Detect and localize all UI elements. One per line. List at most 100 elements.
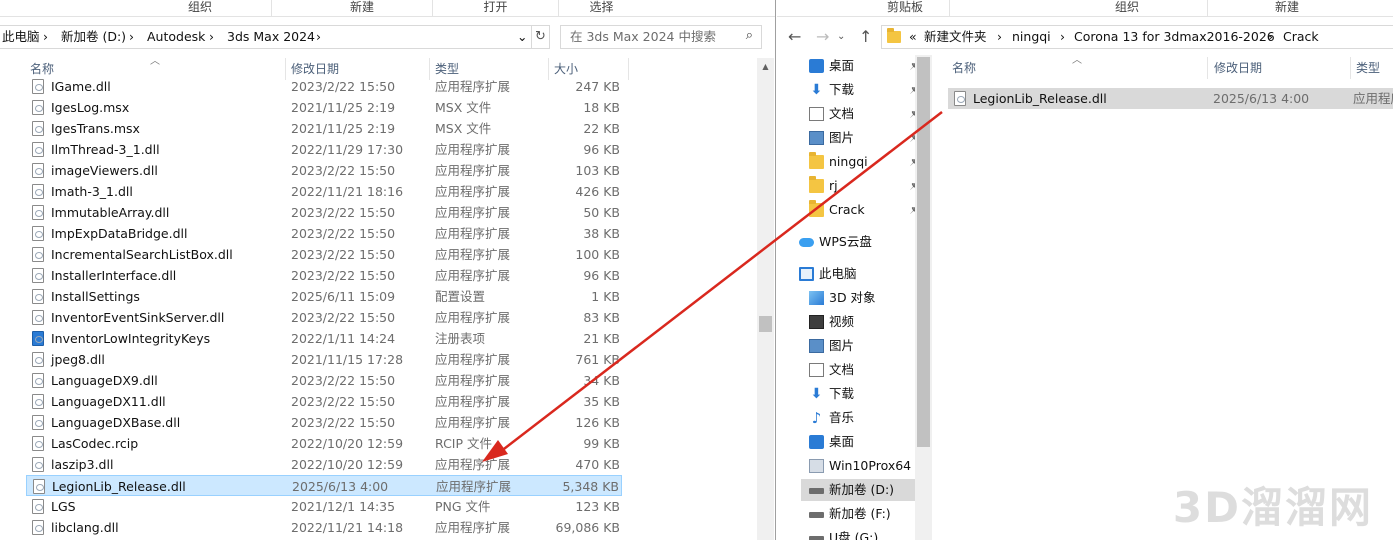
nav-item[interactable]: 新加卷 (D:) xyxy=(801,479,927,501)
chevron-right-icon[interactable]: › xyxy=(1268,26,1273,48)
column-header-type[interactable]: 类型 xyxy=(1356,57,1380,79)
nav-item[interactable]: ⬇下载📌 xyxy=(801,79,927,101)
nav-item[interactable]: ⬇ 下载 xyxy=(801,383,927,405)
file-row[interactable]: LasCodec.rcip 2022/10/20 12:59 RCIP 文件 99 K… xyxy=(26,433,622,454)
scrollbar-thumb[interactable] xyxy=(917,57,930,447)
breadcrumb-item[interactable]: Crack xyxy=(1283,26,1319,48)
nav-item-label: WPS云盘 xyxy=(819,234,872,249)
file-row[interactable]: InventorLowIntegrityKeys 2022/1/11 14:24 注… xyxy=(26,328,622,349)
file-row[interactable]: laszip3.dll 2022/10/20 12:59 应用程序扩展 470 KB xyxy=(26,454,622,475)
chevron-down-icon[interactable]: ⌄ xyxy=(517,26,527,48)
left-search-box[interactable]: 在 3ds Max 2024 中搜索 ⌕ xyxy=(560,25,762,49)
file-row[interactable]: InstallerInterface.dll 2023/2/22 15:50 应用程… xyxy=(26,265,622,286)
file-row[interactable]: IncrementalSearchListBox.dll 2023/2/22 15… xyxy=(26,244,622,265)
chevron-down-icon[interactable]: ⌄ xyxy=(837,27,845,47)
file-row[interactable]: LanguageDX9.dll 2023/2/22 15:50 应用程序扩展 34 K… xyxy=(26,370,622,391)
search-input[interactable]: 在 3ds Max 2024 中搜索 xyxy=(570,26,716,48)
file-date: 2023/2/22 15:50 xyxy=(291,247,396,262)
chevron-right-icon[interactable]: › xyxy=(209,26,214,48)
scrollbar-thumb[interactable] xyxy=(759,316,772,332)
ribbon-group-new[interactable]: 新建 xyxy=(1237,0,1337,17)
desktop-icon xyxy=(809,435,824,449)
chevron-right-icon[interactable]: › xyxy=(43,26,48,48)
file-row[interactable]: jpeg8.dll 2021/11/15 17:28 应用程序扩展 761 KB xyxy=(26,349,622,370)
search-icon[interactable]: ⌕ xyxy=(746,28,753,43)
ribbon-group-select[interactable]: 选择 xyxy=(559,0,644,17)
file-row[interactable]: IGame.dll 2023/2/22 15:50 应用程序扩展 247 KB xyxy=(26,76,622,97)
file-size: 426 KB xyxy=(575,184,620,199)
up-arrow-icon[interactable]: ↑ xyxy=(859,27,872,47)
nav-item[interactable]: ningqi📌 xyxy=(801,151,927,173)
breadcrumb-overflow[interactable]: « xyxy=(909,26,917,48)
left-address-bar[interactable]: 此电脑 › 新加卷 (D:) › Autodesk › 3ds Max 2024… xyxy=(0,25,532,49)
file-row-legionlib[interactable]: LegionLib_Release.dll 2025/6/13 4:00 应用程… xyxy=(948,88,1393,109)
nav-item[interactable]: 文档📌 xyxy=(801,103,927,125)
refresh-icon[interactable]: ↻ xyxy=(532,25,550,49)
breadcrumb-item[interactable]: Corona 13 for 3dmax2016-2026 xyxy=(1074,26,1275,48)
file-row[interactable]: LanguageDX11.dll 2023/2/22 15:50 应用程序扩展 35 … xyxy=(26,391,622,412)
file-row[interactable]: LanguageDXBase.dll 2023/2/22 15:50 应用程序扩展 1… xyxy=(26,412,622,433)
ribbon-group-new[interactable]: 新建 xyxy=(272,0,452,17)
forward-arrow-icon[interactable]: → xyxy=(816,27,829,47)
nav-item[interactable]: 此电脑 xyxy=(799,263,925,285)
nav-item[interactable]: Win10Prox64 (C xyxy=(801,455,929,477)
chevron-right-icon[interactable]: › xyxy=(1060,26,1065,48)
nav-item[interactable]: Crack📌 xyxy=(801,199,927,221)
file-row[interactable]: InventorEventSinkServer.dll 2023/2/22 15:… xyxy=(26,307,622,328)
right-address-bar[interactable]: « 新建文件夹 › ningqi › Corona 13 for 3dmax20… xyxy=(881,25,1393,49)
nav-item[interactable]: rj📌 xyxy=(801,175,927,197)
breadcrumb-item[interactable]: Autodesk xyxy=(147,26,205,48)
file-name: InventorLowIntegrityKeys xyxy=(51,331,211,346)
breadcrumb-item[interactable]: 新建文件夹 xyxy=(924,26,987,48)
nav-item[interactable]: WPS云盘 xyxy=(799,231,925,253)
folder-icon xyxy=(809,176,824,193)
nav-item[interactable]: 文档 xyxy=(801,359,927,381)
scroll-up-icon[interactable]: ▲ xyxy=(757,58,774,75)
nav-item-label: 此电脑 xyxy=(819,266,857,281)
nav-item[interactable]: 视频 xyxy=(801,311,927,333)
nav-item[interactable]: 新加卷 (F:) xyxy=(801,503,927,525)
file-row[interactable]: imageViewers.dll 2023/2/22 15:50 应用程序扩展 103… xyxy=(26,160,622,181)
breadcrumb-item[interactable]: 新加卷 (D:) xyxy=(61,26,126,48)
file-type: MSX 文件 xyxy=(435,100,492,115)
chevron-right-icon[interactable]: › xyxy=(129,26,134,48)
file-type: MSX 文件 xyxy=(435,121,492,136)
back-arrow-icon[interactable]: ← xyxy=(788,27,801,47)
breadcrumb-item[interactable]: 3ds Max 2024 xyxy=(227,26,315,48)
nav-item[interactable]: U盘 (G:) xyxy=(801,527,927,540)
file-row[interactable]: ImmutableArray.dll 2023/2/22 15:50 应用程序扩展 5… xyxy=(26,202,622,223)
file-size: 50 KB xyxy=(583,205,620,220)
nav-item[interactable]: 桌面 xyxy=(801,431,927,453)
nav-item[interactable]: ♪ 音乐 xyxy=(801,407,927,429)
dll-file-icon xyxy=(32,373,44,388)
chevron-right-icon[interactable]: › xyxy=(997,26,1002,48)
file-row[interactable]: Imath-3_1.dll 2022/11/21 18:16 应用程序扩展 426 K… xyxy=(26,181,622,202)
nav-item-label: 图片 xyxy=(829,130,855,145)
ribbon-group-organize[interactable]: 组织 xyxy=(1067,0,1187,17)
ribbon-group-organize[interactable]: 组织 xyxy=(130,0,270,17)
file-row[interactable]: ImpExpDataBridge.dll 2023/2/22 15:50 应用程序扩… xyxy=(26,223,622,244)
file-row[interactable]: InstallSettings 2025/6/11 15:09 配置设置 1 KB xyxy=(26,286,622,307)
file-row[interactable]: LegionLib_Release.dll 2025/6/13 4:00 应用程序扩… xyxy=(26,475,622,496)
file-row[interactable]: IlmThread-3_1.dll 2022/11/29 17:30 应用程序扩展 9… xyxy=(26,139,622,160)
nav-item[interactable]: 桌面📌 xyxy=(801,55,927,77)
dll-file-icon xyxy=(32,163,44,178)
file-row[interactable]: LGS 2021/12/1 14:35 PNG 文件 123 KB xyxy=(26,496,622,517)
breadcrumb-item[interactable]: 此电脑 xyxy=(2,26,40,48)
ribbon-group-clipboard[interactable]: 剪贴板 xyxy=(865,0,945,17)
nav-scrollbar[interactable] xyxy=(915,55,932,540)
file-row[interactable]: IgesLog.msx 2021/11/25 2:19 MSX 文件 18 KB xyxy=(26,97,622,118)
file-row[interactable]: IgesTrans.msx 2021/11/25 2:19 MSX 文件 22 KB xyxy=(26,118,622,139)
left-scrollbar[interactable]: ▲ xyxy=(757,58,774,540)
nav-item[interactable]: 图片 xyxy=(801,335,927,357)
column-header-name[interactable]: 名称 xyxy=(952,57,976,79)
file-row[interactable]: libclang.dll 2022/11/21 14:18 应用程序扩展 69,086… xyxy=(26,517,622,538)
breadcrumb-item[interactable]: ningqi xyxy=(1012,26,1051,48)
sort-ascending-icon: ︿ xyxy=(150,56,160,67)
ribbon-group-open[interactable]: 打开 xyxy=(433,0,558,17)
column-header-date[interactable]: 修改日期 xyxy=(1214,57,1262,79)
nav-item[interactable]: 图片📌 xyxy=(801,127,927,149)
chevron-right-icon[interactable]: › xyxy=(316,26,321,48)
file-icon xyxy=(32,436,44,451)
nav-item[interactable]: 3D 对象 xyxy=(801,287,927,309)
